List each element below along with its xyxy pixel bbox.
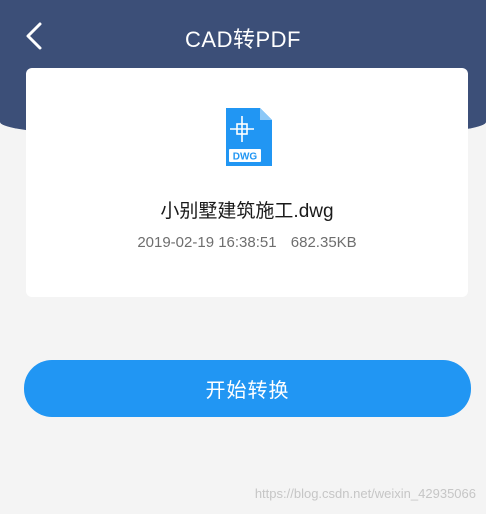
header: CAD转PDF <box>0 0 486 70</box>
file-card: DWG 小别墅建筑施工.dwg 2019-02-19 16:38:51 682.… <box>26 68 468 297</box>
page-title: CAD转PDF <box>185 27 301 52</box>
start-conversion-button[interactable]: 开始转换 <box>24 360 471 417</box>
file-date: 2019-02-19 16:38:51 <box>137 234 277 251</box>
dwg-file-icon: DWG <box>226 108 272 166</box>
dwg-label: DWG <box>233 152 258 163</box>
file-meta: 2019-02-19 16:38:51 682.35KB <box>26 234 468 251</box>
file-name: 小别墅建筑施工.dwg <box>160 201 334 222</box>
file-size: 682.35KB <box>290 234 357 251</box>
watermark: https://blog.csdn.net/weixin_42935066 <box>254 486 476 501</box>
